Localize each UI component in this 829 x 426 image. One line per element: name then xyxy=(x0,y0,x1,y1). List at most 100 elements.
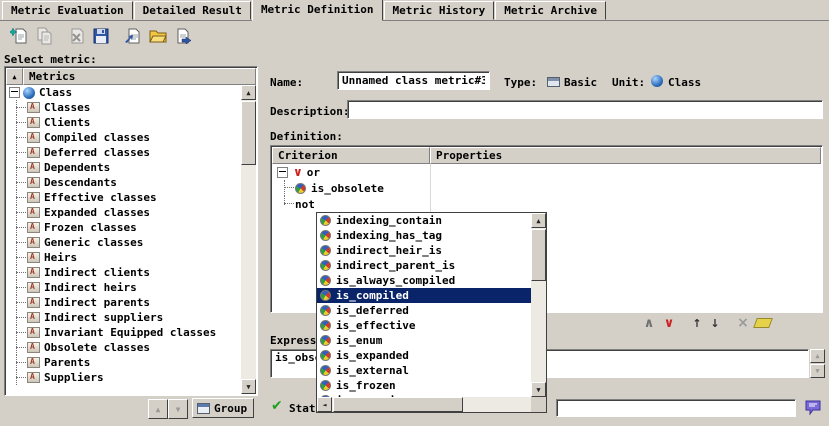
expression-scrollbar[interactable]: ▲ ▼ xyxy=(810,349,826,378)
dropdown-item[interactable]: is_frozen xyxy=(317,378,531,393)
group-toggle-button[interactable]: Group xyxy=(192,398,254,418)
tree-item[interactable]: Indirect clients xyxy=(6,265,241,280)
basic-type-icon xyxy=(547,77,560,87)
collapse-expander-icon[interactable] xyxy=(277,167,288,178)
tab-bar: Metric Evaluation Detailed Result Metric… xyxy=(0,0,829,21)
scroll-down-icon[interactable]: ▼ xyxy=(241,379,256,394)
scrollbar-thumb[interactable] xyxy=(241,101,256,165)
dropdown-item[interactable]: indirect_parent_is xyxy=(317,258,531,273)
dropdown-item[interactable]: is_compiled xyxy=(317,288,531,303)
tree-item[interactable]: Classes xyxy=(6,100,241,115)
tree-item[interactable]: Indirect heirs xyxy=(6,280,241,295)
scroll-up-icon[interactable]: ▲ xyxy=(531,213,546,228)
dropdown-item[interactable]: is_expanded xyxy=(317,348,531,363)
dropdown-item[interactable]: is_external xyxy=(317,363,531,378)
dropdown-item[interactable]: indexing_has_tag xyxy=(317,228,531,243)
dropdown-horizontal-scrollbar[interactable]: ◄ xyxy=(317,397,531,412)
tree-item[interactable]: Suppliers xyxy=(6,370,241,385)
scroll-up-icon[interactable]: ▲ xyxy=(810,349,825,363)
open-metric-button[interactable] xyxy=(145,24,170,48)
tree-item[interactable]: Heirs xyxy=(6,250,241,265)
tree-item[interactable]: Indirect suppliers xyxy=(6,310,241,325)
delete-metric-button[interactable] xyxy=(63,24,88,48)
tree-item[interactable]: Generic classes xyxy=(6,235,241,250)
dropdown-item-label: is_always_compiled xyxy=(336,274,455,287)
dropdown-vertical-scrollbar[interactable]: ▲ ▼ xyxy=(531,213,546,397)
tree-item[interactable]: Deferred classes xyxy=(6,145,241,160)
tree-item[interactable]: Clients xyxy=(6,115,241,130)
export-metric-button[interactable] xyxy=(170,24,195,48)
dropdown-item[interactable]: is_deferred xyxy=(317,303,531,318)
move-metric-down-button[interactable]: ▼ xyxy=(168,399,188,419)
scroll-left-icon[interactable]: ◄ xyxy=(317,397,332,412)
criterion-icon xyxy=(320,320,331,331)
scroll-up-icon[interactable]: ▲ xyxy=(241,85,256,100)
dropdown-item[interactable]: is_effective xyxy=(317,318,531,333)
comment-button[interactable] xyxy=(802,397,824,417)
erase-criterion-button[interactable] xyxy=(754,314,772,332)
collapse-expander-icon[interactable] xyxy=(9,87,20,98)
criterion-icon xyxy=(320,350,331,361)
open-metric-icon xyxy=(149,27,167,45)
tab-detailed-result[interactable]: Detailed Result xyxy=(134,1,251,20)
dropdown-item[interactable]: indirect_heir_is xyxy=(317,243,531,258)
tree-branch-line xyxy=(13,325,27,340)
scroll-down-icon[interactable]: ▼ xyxy=(810,364,825,378)
copy-metric-button[interactable] xyxy=(31,24,56,48)
tree-item[interactable]: Frozen classes xyxy=(6,220,241,235)
delete-criterion-button[interactable]: × xyxy=(734,314,752,332)
unit-label: Unit: xyxy=(612,76,645,89)
dropdown-item[interactable]: indexing_contain xyxy=(317,213,531,228)
move-criterion-up-button[interactable]: ↑ xyxy=(688,314,706,332)
and-criterion-button[interactable]: ∧ xyxy=(640,314,658,332)
sort-indicator-header[interactable]: ▲ xyxy=(6,68,23,85)
tree-item[interactable]: Obsolete classes xyxy=(6,340,241,355)
tree-branch-line xyxy=(13,145,27,160)
definition-row-not[interactable]: not xyxy=(272,196,821,212)
scrollbar-thumb[interactable] xyxy=(333,397,463,412)
metrics-scrollbar[interactable]: ▲ ▼ xyxy=(241,85,256,394)
tab-metric-history[interactable]: Metric History xyxy=(384,1,495,20)
group-button-label: Group xyxy=(214,402,247,415)
criterion-icon xyxy=(295,183,306,194)
metrics-column-header[interactable]: Metrics xyxy=(23,68,256,85)
tree-item[interactable]: Effective classes xyxy=(6,190,241,205)
move-criterion-down-button[interactable]: ↓ xyxy=(706,314,724,332)
tree-item[interactable]: Parents xyxy=(6,355,241,370)
tab-metric-evaluation[interactable]: Metric Evaluation xyxy=(2,1,133,20)
tree-item[interactable]: Expanded classes xyxy=(6,205,241,220)
criterion-column-header[interactable]: Criterion xyxy=(272,147,430,164)
tree-item[interactable]: Compiled classes xyxy=(6,130,241,145)
criterion-icon xyxy=(320,335,331,346)
description-input[interactable] xyxy=(347,100,823,119)
status-input[interactable] xyxy=(556,399,796,417)
save-metric-button[interactable] xyxy=(88,24,113,48)
import-metric-button[interactable] xyxy=(120,24,145,48)
dropdown-item[interactable]: is_always_compiled xyxy=(317,273,531,288)
scroll-down-icon[interactable]: ▼ xyxy=(531,382,546,397)
tree-root-class[interactable]: Class xyxy=(6,85,241,100)
tree-item[interactable]: Invariant Equipped classes xyxy=(6,325,241,340)
tree-item-label: Expanded classes xyxy=(44,206,150,219)
tree-branch-line xyxy=(13,205,27,220)
or-criterion-button[interactable]: ∨ xyxy=(660,314,678,332)
move-metric-up-button[interactable]: ▲ xyxy=(148,399,168,419)
delete-icon: × xyxy=(737,315,749,331)
tree-branch-line xyxy=(13,130,27,145)
definition-row-is-obsolete[interactable]: is_obsolete xyxy=(272,180,821,196)
new-metric-button[interactable] xyxy=(6,24,31,48)
tab-metric-definition[interactable]: Metric Definition xyxy=(252,0,383,21)
scrollbar-thumb[interactable] xyxy=(531,229,546,281)
tab-metric-archive[interactable]: Metric Archive xyxy=(495,1,606,20)
tree-item[interactable]: Indirect parents xyxy=(6,295,241,310)
tree-item[interactable]: Dependents xyxy=(6,160,241,175)
properties-column-header[interactable]: Properties xyxy=(430,147,821,164)
dropdown-item[interactable]: is_enum xyxy=(317,333,531,348)
scrollbar-corner xyxy=(531,397,546,412)
description-label: Description: xyxy=(270,105,349,118)
tree-item[interactable]: Descendants xyxy=(6,175,241,190)
definition-row-or[interactable]: ∨ or xyxy=(272,164,821,180)
name-input[interactable] xyxy=(337,71,490,90)
tree-item-label: Frozen classes xyxy=(44,221,137,234)
tree-item-label: Clients xyxy=(44,116,90,129)
